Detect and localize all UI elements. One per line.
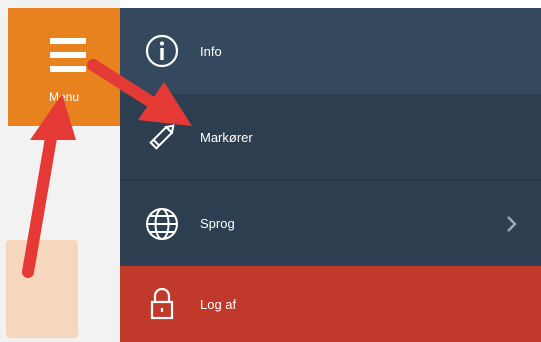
menu-button[interactable]: Menu	[8, 8, 120, 126]
info-icon	[145, 34, 179, 68]
pencil-icon	[149, 124, 175, 150]
nav-item-label: Info	[200, 43, 222, 59]
globe-icon	[146, 207, 178, 240]
chevron-right-icon	[507, 215, 517, 232]
nav-item-markers[interactable]: Markører	[120, 94, 541, 180]
nav-item-label: Markører	[200, 129, 253, 145]
side-navigation: Info Markører Sprog Log af	[120, 8, 541, 342]
nav-item-language[interactable]: Sprog	[120, 180, 541, 266]
nav-item-label: Sprog	[200, 216, 235, 231]
nav-item-label: Log af	[200, 296, 237, 312]
nav-item-info[interactable]: Info	[120, 8, 541, 94]
lock-icon	[150, 287, 174, 320]
content-card	[6, 240, 78, 338]
menu-label: Menu	[48, 90, 80, 104]
nav-item-logout[interactable]: Log af	[120, 266, 541, 342]
hamburger-icon	[50, 38, 86, 74]
